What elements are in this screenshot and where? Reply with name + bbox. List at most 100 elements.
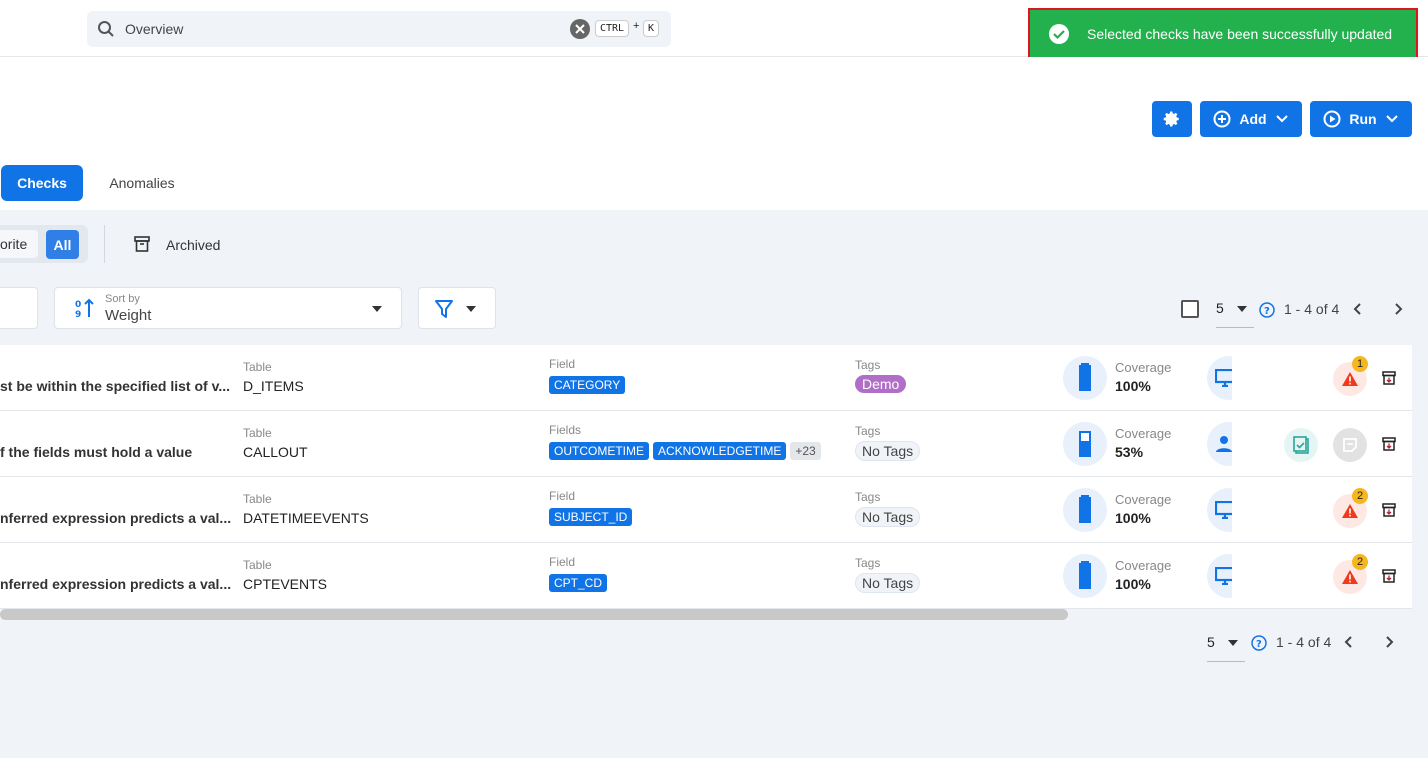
filter-button[interactable] <box>418 287 496 329</box>
field-label: Fields <box>549 423 582 437</box>
coverage-value: 100% <box>1115 378 1151 394</box>
play-circle-icon <box>1323 110 1341 128</box>
anomaly-count-badge: 1 <box>1352 356 1368 372</box>
coverage-label: Coverage <box>1115 558 1172 573</box>
sort-by-label: Sort by <box>105 293 140 305</box>
chevron-right-icon[interactable] <box>1384 635 1396 649</box>
monitor-icon <box>1215 501 1232 519</box>
archive-icon[interactable] <box>1382 503 1396 517</box>
field-chips: CATEGORY <box>549 376 629 394</box>
check-description: nferred expression predicts a val... <box>0 576 232 592</box>
all-toggle[interactable]: All <box>46 230 79 259</box>
more-fields-badge[interactable]: +23 <box>790 442 821 460</box>
field-chip: CPT_CD <box>549 574 608 592</box>
check-source-badge <box>1207 554 1232 598</box>
kbd-plus: + <box>633 20 640 32</box>
help-icon[interactable]: ? <box>1251 635 1267 651</box>
warning-icon <box>1342 504 1358 518</box>
svg-text:0: 0 <box>75 300 81 310</box>
table-label: Table <box>243 492 272 506</box>
anomalies-button[interactable]: 2 <box>1333 488 1368 528</box>
svg-text:9: 9 <box>75 310 81 319</box>
page-size-value: 5 <box>1207 634 1215 650</box>
field-chip: SUBJECT_ID <box>549 508 633 526</box>
field-label: Field <box>549 555 576 569</box>
coverage-label: Coverage <box>1115 492 1172 507</box>
table-name: D_ITEMS <box>243 378 304 394</box>
chevron-left-icon[interactable] <box>1342 635 1354 649</box>
validate-button[interactable] <box>1284 428 1318 462</box>
page-size-select[interactable]: 5 <box>1216 300 1254 328</box>
kbd-k: K <box>643 20 660 37</box>
archive-icon[interactable] <box>1382 437 1396 451</box>
table-row[interactable]: st be within the specified list of v... … <box>0 345 1412 411</box>
search-bar[interactable]: Overview CTRL + K <box>87 11 671 47</box>
svg-text:?: ? <box>1264 306 1270 317</box>
search-checks-input[interactable] <box>0 287 38 329</box>
tab-checks[interactable]: Checks <box>1 165 83 201</box>
check-source-badge <box>1207 422 1232 466</box>
favorite-toggle[interactable]: orite <box>0 230 38 258</box>
settings-button[interactable] <box>1152 101 1192 137</box>
caret-down-icon <box>1228 640 1238 646</box>
notes-button[interactable] <box>1333 428 1367 462</box>
pagination-range: 1 - 4 of 4 <box>1284 301 1340 317</box>
table-row[interactable]: nferred expression predicts a val... Tab… <box>0 543 1412 609</box>
anomalies-button[interactable]: 1 <box>1333 356 1368 396</box>
coverage-bar <box>1079 495 1091 523</box>
anomalies-button[interactable]: 2 <box>1333 554 1368 594</box>
clipboard-check-icon <box>1293 436 1309 454</box>
select-all-checkbox[interactable] <box>1181 300 1199 318</box>
coverage-value: 100% <box>1115 510 1151 526</box>
sort-by-select[interactable]: 09 Sort by Weight <box>54 287 402 329</box>
caret-down-icon <box>466 306 476 312</box>
chevron-right-icon[interactable] <box>1393 302 1405 316</box>
help-icon[interactable]: ? <box>1259 302 1275 318</box>
coverage-indicator <box>1063 356 1107 400</box>
clear-icon[interactable] <box>570 19 590 39</box>
tab-anomalies[interactable]: Anomalies <box>98 165 186 201</box>
tag-badge: Demo <box>855 375 907 393</box>
warning-icon <box>1342 570 1358 584</box>
note-icon <box>1343 438 1357 452</box>
add-button[interactable]: Add <box>1200 101 1302 137</box>
archived-filter[interactable]: Archived <box>166 237 220 253</box>
field-chips: CPT_CD <box>549 574 611 592</box>
table-name: DATETIMEEVENTS <box>243 510 369 526</box>
table-name: CALLOUT <box>243 444 308 460</box>
field-label: Field <box>549 357 576 371</box>
check-source-badge <box>1207 356 1232 400</box>
table-label: Table <box>243 558 272 572</box>
anomaly-count-badge: 2 <box>1352 554 1368 570</box>
archive-icon[interactable] <box>1382 371 1396 385</box>
chevron-down-icon <box>1275 115 1288 123</box>
tag-badge: No Tags <box>855 573 921 593</box>
search-input[interactable]: Overview <box>125 21 183 37</box>
archive-icon[interactable] <box>1382 569 1396 583</box>
coverage-bar <box>1079 561 1091 589</box>
coverage-indicator <box>1063 554 1107 598</box>
horizontal-scrollbar[interactable] <box>0 609 1068 620</box>
coverage-bar <box>1079 363 1091 391</box>
plus-circle-icon <box>1213 110 1231 128</box>
success-toast: Selected checks have been successfully u… <box>1028 8 1418 59</box>
toast-message: Selected checks have been successfully u… <box>1087 25 1393 42</box>
add-label: Add <box>1239 111 1267 127</box>
user-icon <box>1216 436 1232 452</box>
anomaly-count-badge: 2 <box>1352 488 1368 504</box>
tags-label: Tags <box>855 358 881 372</box>
pagination-range-bottom: 1 - 4 of 4 <box>1276 634 1332 650</box>
chevron-left-icon[interactable] <box>1351 302 1363 316</box>
table-row[interactable]: f the fields must hold a value Table CAL… <box>0 411 1412 477</box>
caret-down-icon <box>1237 306 1247 312</box>
gear-icon <box>1163 111 1179 127</box>
coverage-label: Coverage <box>1115 360 1172 375</box>
page-size-value: 5 <box>1216 300 1224 316</box>
run-button[interactable]: Run <box>1310 101 1412 137</box>
field-chip: CATEGORY <box>549 376 626 394</box>
table-row[interactable]: nferred expression predicts a val... Tab… <box>0 477 1412 543</box>
monitor-icon <box>1215 567 1232 585</box>
check-description: st be within the specified list of v... <box>0 378 230 394</box>
page-size-select-bottom[interactable]: 5 <box>1207 634 1245 662</box>
table-label: Table <box>243 360 272 374</box>
